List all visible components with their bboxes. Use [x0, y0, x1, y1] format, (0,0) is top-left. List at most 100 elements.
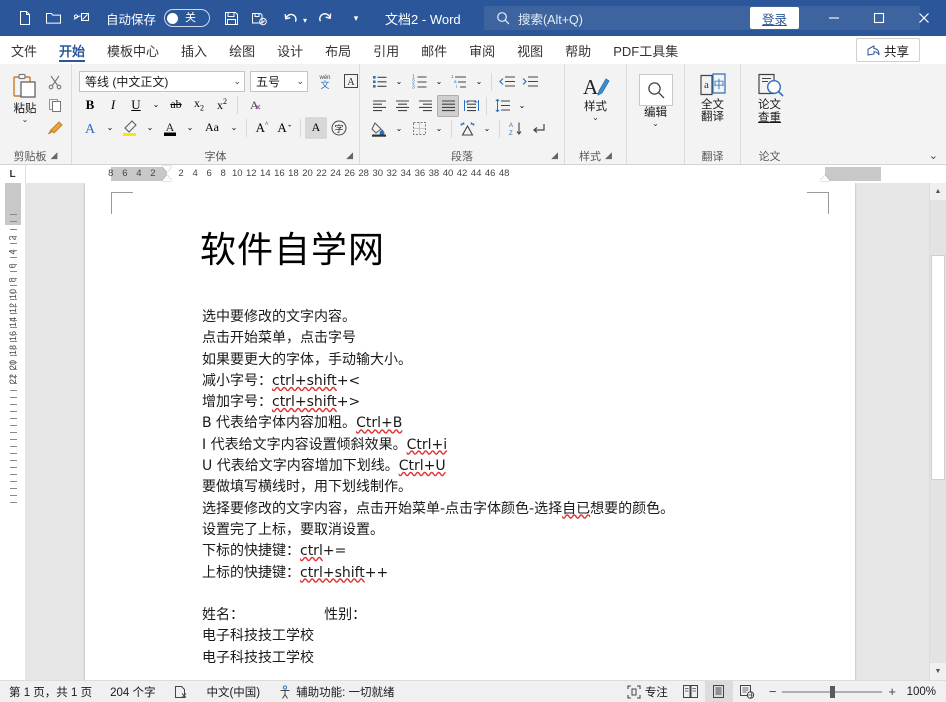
- proofing-status[interactable]: [164, 681, 197, 702]
- first-line-indent-marker[interactable]: [162, 166, 172, 172]
- open-folder-icon[interactable]: [40, 5, 66, 31]
- read-mode-button[interactable]: [677, 681, 705, 702]
- tab-help[interactable]: 帮助: [554, 36, 602, 64]
- text-effects-caret[interactable]: ⌄: [102, 117, 118, 139]
- decrease-indent-button[interactable]: [496, 71, 518, 93]
- format-painter-button[interactable]: [44, 117, 66, 139]
- shading-button[interactable]: [368, 118, 390, 140]
- redo-icon[interactable]: [311, 5, 337, 31]
- sort-button[interactable]: AZ: [504, 118, 526, 140]
- zoom-track[interactable]: [782, 685, 883, 698]
- paste-dropdown-caret[interactable]: ⌄: [22, 116, 29, 124]
- underline-button[interactable]: U: [125, 94, 147, 116]
- align-left-button[interactable]: [368, 95, 390, 117]
- zoom-out-button[interactable]: −: [769, 684, 777, 699]
- horizontal-ruler[interactable]: 8 6 4 2 2 4 6 8 10 12 14 16 18 20 22 24 26 28 30 32 34 36 38 40…: [26, 165, 929, 183]
- bullets-button[interactable]: [368, 71, 390, 93]
- align-right-button[interactable]: [414, 95, 436, 117]
- touch-mode-icon[interactable]: [68, 5, 94, 31]
- bold-button[interactable]: B: [79, 94, 101, 116]
- font-size-combobox[interactable]: 五号 ⌄: [250, 70, 308, 92]
- shrink-font-button[interactable]: A⌄: [274, 117, 296, 139]
- highlight-caret[interactable]: ⌄: [142, 117, 158, 139]
- maximize-icon[interactable]: [856, 0, 901, 36]
- paste-button[interactable]: 粘贴 ⌄: [6, 69, 44, 124]
- thesis-check-button[interactable]: 论文 查重: [746, 69, 793, 124]
- focus-mode-button[interactable]: 专注: [618, 681, 677, 702]
- tab-draw[interactable]: 绘图: [218, 36, 266, 64]
- undo-icon[interactable]: [278, 5, 304, 31]
- new-document-icon[interactable]: [12, 5, 38, 31]
- editing-dropdown-caret[interactable]: ⌄: [652, 120, 659, 128]
- scroll-down-arrow[interactable]: ▼: [930, 663, 946, 680]
- tab-mailings[interactable]: 邮件: [410, 36, 458, 64]
- line-spacing-button[interactable]: [491, 95, 513, 117]
- clipboard-dialog-launcher[interactable]: ◢: [51, 150, 58, 161]
- ruler-right-margin[interactable]: [825, 167, 881, 181]
- increase-indent-button[interactable]: [519, 71, 541, 93]
- print-layout-button[interactable]: [704, 680, 733, 702]
- justify-button[interactable]: [437, 94, 459, 117]
- tab-file[interactable]: 文件: [0, 36, 48, 64]
- styles-button[interactable]: A 样式 ⌄: [572, 69, 620, 122]
- scroll-thumb[interactable]: [931, 255, 945, 480]
- character-shading-button[interactable]: A: [305, 116, 327, 139]
- bullets-caret[interactable]: ⌄: [391, 71, 407, 93]
- font-dialog-launcher[interactable]: ◢: [346, 150, 353, 161]
- change-case-caret[interactable]: ⌄: [226, 117, 242, 139]
- undo-dropdown-caret[interactable]: ▾: [303, 16, 307, 25]
- asian-layout-caret[interactable]: ⌄: [479, 118, 495, 140]
- copy-button[interactable]: [44, 94, 66, 116]
- tab-home[interactable]: 开始: [48, 36, 96, 64]
- change-case-button[interactable]: Aa: [199, 117, 225, 139]
- ruler-vertical-top-margin[interactable]: [5, 183, 21, 225]
- tab-pdf-tools[interactable]: PDF工具集: [602, 36, 689, 64]
- cut-button[interactable]: [44, 71, 66, 93]
- grow-font-button[interactable]: A^: [251, 117, 273, 139]
- show-marks-button[interactable]: [527, 118, 549, 140]
- right-indent-marker[interactable]: [820, 175, 830, 181]
- collapse-ribbon-icon[interactable]: ⌄: [929, 149, 938, 162]
- styles-dropdown-caret[interactable]: ⌄: [592, 114, 599, 122]
- multilevel-list-button[interactable]: 1ai: [448, 71, 470, 93]
- save-icon[interactable]: [218, 5, 244, 31]
- editing-button[interactable]: 编辑 ⌄: [632, 71, 679, 128]
- share-button[interactable]: 共享: [855, 38, 920, 62]
- web-layout-button[interactable]: [733, 681, 761, 702]
- tab-view[interactable]: 视图: [506, 36, 554, 64]
- clear-formatting-button[interactable]: A: [242, 94, 264, 116]
- document-body[interactable]: 选中要修改的文字内容。 点击开始菜单，点击字号 如果要更大的字体，手动输大小。 减小字…: [202, 307, 674, 669]
- font-size-caret[interactable]: ⌄: [292, 76, 304, 87]
- save-as-icon[interactable]: [246, 5, 272, 31]
- vertical-ruler[interactable]: 2 4 6 8 10 12 14 16 18 20 22: [0, 183, 26, 680]
- strikethrough-button[interactable]: ab: [165, 94, 187, 116]
- styles-dialog-launcher[interactable]: ◢: [605, 150, 612, 161]
- line-spacing-caret[interactable]: ⌄: [514, 95, 530, 117]
- minimize-icon[interactable]: [811, 0, 856, 36]
- vertical-scrollbar[interactable]: ▲ ▼: [929, 183, 946, 680]
- tab-template-center[interactable]: 模板中心: [96, 36, 170, 64]
- zoom-in-button[interactable]: +: [888, 684, 896, 699]
- close-icon[interactable]: [901, 0, 946, 36]
- scroll-track[interactable]: [930, 200, 946, 663]
- enclose-characters-button[interactable]: 字: [328, 117, 350, 139]
- document-page[interactable]: 软件自学网 选中要修改的文字内容。 点击开始菜单，点击字号 如果要更大的字体，手动输…: [85, 183, 855, 680]
- font-color-button[interactable]: A: [159, 117, 181, 139]
- language-status[interactable]: 中文(中国): [197, 681, 269, 702]
- numbering-caret[interactable]: ⌄: [431, 71, 447, 93]
- signin-button[interactable]: 登录: [749, 7, 799, 29]
- distribute-button[interactable]: [460, 95, 482, 117]
- phonetic-guide-button[interactable]: wén 文: [314, 70, 336, 92]
- page-info[interactable]: 第 1 页，共 1 页: [0, 681, 101, 702]
- tab-review[interactable]: 审阅: [458, 36, 506, 64]
- shading-caret[interactable]: ⌄: [391, 118, 407, 140]
- word-count[interactable]: 204 个字: [101, 681, 164, 702]
- align-center-button[interactable]: [391, 95, 413, 117]
- subscript-button[interactable]: x2: [188, 94, 210, 116]
- full-text-translate-button[interactable]: a 中 全文 翻译: [690, 69, 735, 123]
- customize-qat-icon[interactable]: ▾: [343, 5, 369, 31]
- asian-layout-button[interactable]: [456, 118, 478, 140]
- highlight-button[interactable]: [119, 117, 141, 139]
- font-color-caret[interactable]: ⌄: [182, 117, 198, 139]
- borders-caret[interactable]: ⌄: [431, 118, 447, 140]
